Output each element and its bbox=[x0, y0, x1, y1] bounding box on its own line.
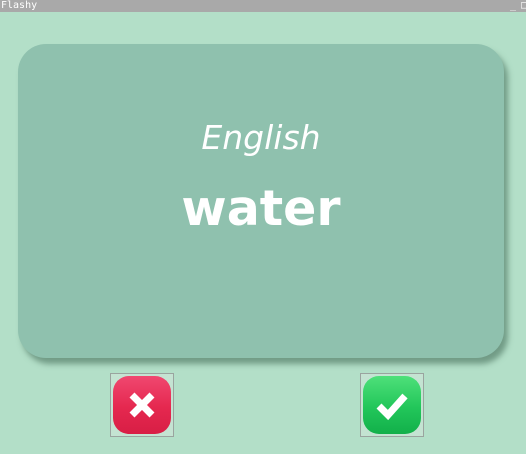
card-word: water bbox=[181, 180, 341, 237]
close-icon bbox=[113, 376, 171, 434]
card-language: English bbox=[201, 118, 321, 157]
flashcard[interactable]: English water bbox=[18, 44, 504, 358]
check-icon bbox=[363, 376, 421, 434]
correct-answer-button[interactable] bbox=[360, 373, 424, 437]
minimize-button[interactable]: _ bbox=[510, 0, 516, 12]
app-window: Flashy _ □ English water bbox=[0, 0, 526, 454]
window-title: Flashy bbox=[1, 0, 38, 11]
maximize-button[interactable]: □ bbox=[521, 0, 526, 12]
title-bar: Flashy _ □ bbox=[0, 0, 526, 12]
wrong-answer-button[interactable] bbox=[110, 373, 174, 437]
